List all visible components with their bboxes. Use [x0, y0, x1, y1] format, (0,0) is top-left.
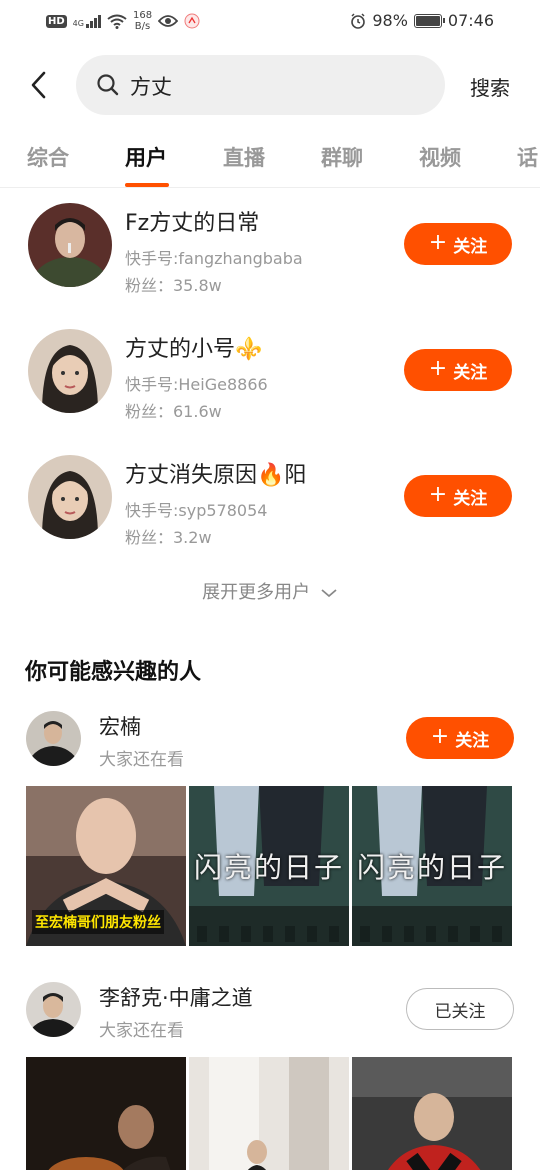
- signal-icon: 4G: [73, 14, 101, 28]
- tab-group-chat[interactable]: 群聊: [321, 142, 363, 172]
- user-name: 李舒克·中庸之道: [99, 986, 253, 1010]
- alarm-icon: [351, 12, 366, 29]
- app-notification-icon: [184, 13, 200, 29]
- wifi-icon: [107, 14, 127, 29]
- video-thumbnail[interactable]: 至宏楠哥们朋友粉丝: [26, 786, 186, 946]
- tab-users[interactable]: 用户: [125, 142, 167, 172]
- search-input[interactable]: 方丈: [76, 55, 445, 115]
- follow-button[interactable]: + 关注: [404, 475, 512, 517]
- hd-badge: HD: [46, 14, 67, 28]
- user-id: 快手号:HeiGe8866: [125, 375, 268, 394]
- video-thumbnail[interactable]: [352, 1057, 512, 1170]
- user-subtitle: 大家还在看: [99, 750, 184, 770]
- video-thumbnail[interactable]: [189, 1057, 349, 1170]
- fan-count: 粉丝：35.8w: [125, 276, 222, 295]
- avatar[interactable]: [28, 329, 112, 413]
- follow-button[interactable]: + 关注: [406, 717, 514, 759]
- user-name: 方丈的小号⚜️: [125, 337, 263, 362]
- user-name: Fz方丈的日常: [125, 211, 260, 236]
- tab-live[interactable]: 直播: [223, 142, 265, 172]
- expand-more-users-button[interactable]: 展开更多用户: [0, 578, 540, 604]
- battery-percent: 98%: [372, 11, 408, 30]
- recommend-section-title: 你可能感兴趣的人: [25, 660, 202, 685]
- network-speed: 168 B/s: [132, 10, 153, 32]
- recommended-user-row[interactable]: 李舒克·中庸之道 大家还在看 已关注: [0, 982, 540, 1042]
- search-query: 方丈: [130, 75, 172, 99]
- user-subtitle: 大家还在看: [99, 1021, 184, 1041]
- battery-icon: [413, 13, 445, 28]
- user-name: 方丈消失原因🔥阳: [125, 463, 307, 488]
- follow-button[interactable]: + 关注: [404, 223, 512, 265]
- plus-icon: +: [430, 724, 450, 749]
- avatar[interactable]: [26, 982, 81, 1037]
- follow-button[interactable]: + 关注: [404, 349, 512, 391]
- user-id: 快手号:syp578054: [125, 501, 268, 520]
- plus-icon: +: [428, 482, 448, 507]
- search-icon: [97, 74, 119, 96]
- thumbnail-caption: 至宏楠哥们朋友粉丝: [32, 910, 164, 934]
- video-thumbnail[interactable]: 闪亮的日子: [352, 786, 512, 946]
- plus-icon: +: [428, 356, 448, 381]
- avatar[interactable]: [26, 711, 81, 766]
- plus-icon: +: [428, 230, 448, 255]
- fan-count: 粉丝：3.2w: [125, 528, 212, 547]
- avatar[interactable]: [28, 203, 112, 287]
- chevron-down-icon: [321, 589, 337, 598]
- video-thumbnail[interactable]: 闪亮的日子: [189, 786, 349, 946]
- active-tab-indicator: [125, 183, 169, 187]
- status-bar: HD 4G 168 B/s 98% 07:46: [0, 0, 540, 42]
- tab-topic[interactable]: 话: [517, 142, 538, 172]
- video-thumbnails: 至宏楠哥们朋友粉丝 闪亮的日子 闪亮的日子: [26, 786, 514, 946]
- thumbnail-overlay-text: 闪亮的日子: [193, 851, 344, 884]
- avatar[interactable]: [28, 455, 112, 539]
- user-name: 宏楠: [99, 715, 141, 739]
- back-button[interactable]: [26, 68, 54, 102]
- tab-comprehensive[interactable]: 综合: [27, 142, 69, 172]
- chevron-left-icon: [31, 71, 46, 99]
- tab-video[interactable]: 视频: [419, 142, 461, 172]
- search-tabs: 综合 用户 直播 群聊 视频 话: [0, 138, 540, 188]
- user-result-row[interactable]: 方丈的小号⚜️ 快手号:HeiGe8866 粉丝：61.6w + 关注: [0, 329, 540, 439]
- video-thumbnails: [26, 1057, 514, 1170]
- video-thumbnail[interactable]: [26, 1057, 186, 1170]
- user-result-row[interactable]: 方丈消失原因🔥阳 快手号:syp578054 粉丝：3.2w + 关注: [0, 455, 540, 565]
- recommended-user-row[interactable]: 宏楠 大家还在看 + 关注: [0, 711, 540, 771]
- clock: 07:46: [447, 11, 494, 30]
- user-id: 快手号:fangzhangbaba: [125, 249, 303, 268]
- thumbnail-overlay-text: 闪亮的日子: [356, 851, 507, 884]
- user-result-row[interactable]: Fz方丈的日常 快手号:fangzhangbaba 粉丝：35.8w + 关注: [0, 203, 540, 313]
- following-button[interactable]: 已关注: [406, 988, 514, 1030]
- search-button[interactable]: 搜索: [470, 72, 510, 101]
- eye-icon: [158, 15, 179, 27]
- fan-count: 粉丝：61.6w: [125, 402, 222, 421]
